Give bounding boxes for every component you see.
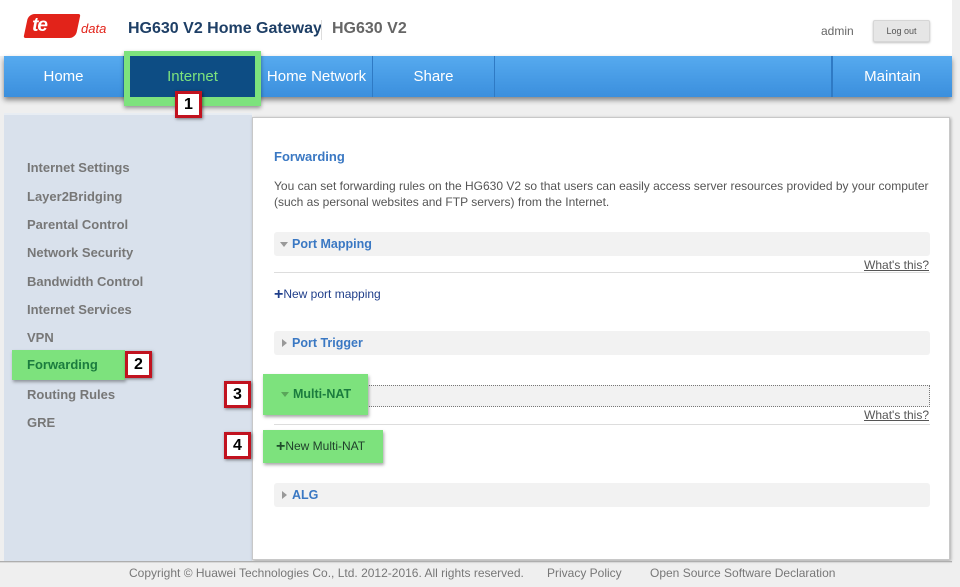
privacy-policy-link[interactable]: Privacy Policy xyxy=(547,566,622,580)
copyright-text: Copyright © Huawei Technologies Co., Ltd… xyxy=(129,566,524,580)
device-model: HG630 V2 xyxy=(332,20,407,37)
nav-spacer xyxy=(495,56,832,97)
sidebar-item-bandwidth-control[interactable]: Bandwidth Control xyxy=(27,274,143,289)
sidebar-item-routing-rules[interactable]: Routing Rules xyxy=(27,387,115,402)
plus-icon: + xyxy=(276,438,286,455)
section-alg[interactable]: ALG xyxy=(274,483,930,507)
section-label: Multi-NAT xyxy=(293,387,352,401)
collapse-arrow-icon xyxy=(282,491,287,499)
logo-badge: te xyxy=(23,14,81,38)
sidebar-item-forwarding[interactable]: Forwarding xyxy=(12,350,125,380)
header: te data HG630 V2 Home Gateway HG630 V2 a… xyxy=(0,0,952,56)
sidebar-item-internet-services[interactable]: Internet Services xyxy=(27,302,132,317)
page-description: You can set forwarding rules on the HG63… xyxy=(274,179,929,209)
whats-this-link-port-mapping[interactable]: What's this? xyxy=(864,258,929,272)
collapse-arrow-icon xyxy=(282,339,287,347)
section-label: Port Mapping xyxy=(292,237,372,251)
divider xyxy=(274,272,930,273)
section-multi-nat[interactable] xyxy=(274,385,930,407)
section-label: Port Trigger xyxy=(292,336,363,350)
step-badge-3: 3 xyxy=(224,381,251,408)
nav-tab-maintain[interactable]: Maintain xyxy=(832,56,952,97)
sidebar-item-gre[interactable]: GRE xyxy=(27,415,55,430)
username: admin xyxy=(821,24,854,38)
sidebar-item-network-security[interactable]: Network Security xyxy=(27,245,133,260)
footer: Copyright © Huawei Technologies Co., Ltd… xyxy=(0,561,960,587)
logo-suffix: data xyxy=(81,21,107,36)
sidebar-item-vpn[interactable]: VPN xyxy=(27,330,54,345)
step-badge-4: 4 xyxy=(224,432,251,459)
multi-nat-header-highlight[interactable]: Multi-NAT xyxy=(263,374,368,415)
step-badge-1: 1 xyxy=(175,91,202,118)
sidebar-item-internet-settings[interactable]: Internet Settings xyxy=(27,160,130,175)
expand-arrow-icon xyxy=(280,242,288,247)
whats-this-link-multi-nat[interactable]: What's this? xyxy=(864,408,929,422)
sidebar-item-layer2bridging[interactable]: Layer2Bridging xyxy=(27,189,122,204)
section-label: ALG xyxy=(292,488,319,502)
plus-icon: + xyxy=(274,286,284,303)
section-port-trigger[interactable]: Port Trigger xyxy=(274,331,930,355)
title-divider xyxy=(321,20,322,40)
nav-tab-share[interactable]: Share xyxy=(373,56,495,97)
divider xyxy=(274,424,930,425)
page-title: Forwarding xyxy=(274,149,345,164)
expand-arrow-icon xyxy=(281,392,289,397)
footer-shadow xyxy=(0,561,952,563)
content-panel: Forwarding You can set forwarding rules … xyxy=(252,117,950,560)
main-nav: Home Internet Home Network Share Maintai… xyxy=(4,51,952,106)
step-badge-2: 2 xyxy=(125,351,152,378)
new-multi-nat-link[interactable]: +New Multi-NAT xyxy=(263,430,383,463)
te-data-logo[interactable]: te data xyxy=(23,14,110,38)
open-source-link[interactable]: Open Source Software Declaration xyxy=(650,566,835,580)
logout-button[interactable]: Log out xyxy=(873,20,930,42)
sidebar: Internet Settings Layer2Bridging Parenta… xyxy=(4,113,252,561)
app-title: HG630 V2 Home Gateway xyxy=(128,20,322,37)
new-port-mapping-link[interactable]: +New port mapping xyxy=(274,286,381,304)
nav-tab-home-network[interactable]: Home Network xyxy=(261,56,373,97)
sidebar-item-parental-control[interactable]: Parental Control xyxy=(27,217,128,232)
section-port-mapping[interactable]: Port Mapping xyxy=(274,232,930,256)
nav-tab-home[interactable]: Home xyxy=(4,56,124,97)
